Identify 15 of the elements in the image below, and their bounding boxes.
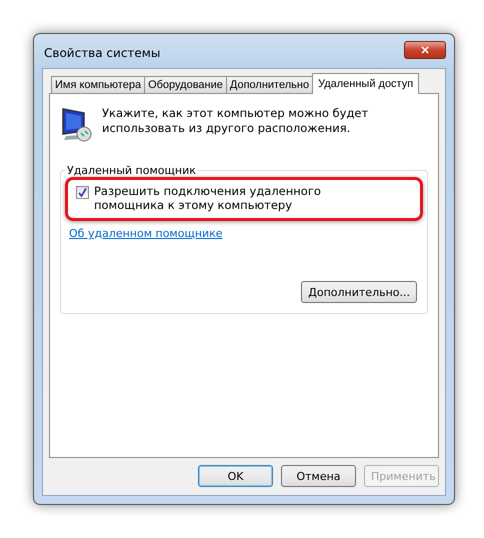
- tab[interactable]: Удаленный доступ: [312, 73, 420, 94]
- description-text: Укажите, как этот компьютер можно будет использовать из другого расположения.: [102, 106, 370, 136]
- window-title: Свойства системы: [44, 46, 160, 60]
- dialog-button[interactable]: Отмена: [281, 465, 356, 487]
- monitor-icon: [60, 106, 94, 142]
- checkbox[interactable]: [76, 186, 89, 199]
- tab[interactable]: Имя компьютера: [51, 76, 146, 93]
- close-button[interactable]: ✕: [404, 41, 446, 59]
- dialog-button[interactable]: OK: [198, 465, 273, 487]
- checkbox-label: Разрешить подключения удаленного помощника к этому компьютеру: [94, 184, 322, 212]
- tab[interactable]: Дополнительно: [226, 76, 314, 93]
- advanced-button[interactable]: Дополнительно...: [301, 281, 417, 303]
- tab[interactable]: Оборудование: [144, 76, 227, 93]
- help-link[interactable]: Об удаленном помощнике: [69, 227, 223, 240]
- group-title: Удаленный помощник: [66, 164, 197, 177]
